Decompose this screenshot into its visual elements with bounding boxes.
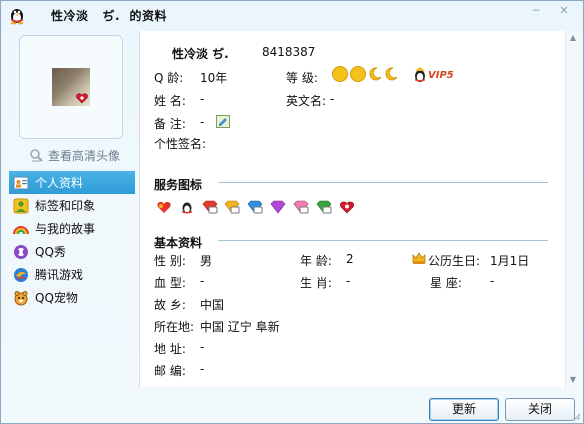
title-bar[interactable]: 性冷淡 ぢ. 的资料 ─ ✕ [1, 1, 583, 29]
section-divider [218, 240, 548, 241]
scroll-up-icon[interactable]: ▲ [566, 31, 580, 45]
close-window-button[interactable]: ✕ [551, 3, 577, 21]
signature-label: 个性签名: [154, 137, 207, 151]
postcode-label: 邮 编: [154, 364, 186, 378]
refresh-button[interactable]: 更新 [429, 398, 499, 421]
nav-label-pet: QQ宠物 [35, 291, 78, 305]
gender-value: 男 [200, 254, 213, 268]
qage-value: 10年 [200, 71, 228, 85]
nav-label-story: 与我的故事 [35, 222, 96, 236]
close-button[interactable]: 关闭 [505, 398, 575, 421]
profile-window: 性冷淡 ぢ. 的资料 ─ ✕ 查看高清头像 个人资料 标签和印象 与我的故事 Q… [0, 0, 584, 424]
location-value: 中国 辽宁 阜新 [200, 320, 280, 334]
remark-value: - [200, 115, 205, 129]
penguin-service-icon[interactable] [179, 200, 195, 214]
name-value: - [200, 92, 205, 106]
basic-section-title: 基本资料 [154, 236, 203, 250]
crown-icon [412, 252, 426, 264]
services-section-title: 服务图标 [154, 178, 203, 192]
blood-type-label: 血 型: [154, 276, 186, 290]
address-value: - [200, 340, 205, 354]
location-label: 所在地: [154, 320, 195, 334]
window-title: 性冷淡 ぢ. 的资料 [51, 9, 167, 23]
sidebar-nav: 个人资料 标签和印象 与我的故事 QQ秀 腾讯游戏 QQ宠物 [9, 171, 135, 309]
nav-item-story[interactable]: 与我的故事 [9, 217, 135, 240]
english-name-value: - [330, 92, 335, 106]
service-icons [156, 199, 358, 214]
constellation-value: - [490, 274, 495, 288]
nav-label-qqshow: QQ秀 [35, 245, 66, 259]
love-service-icon[interactable] [156, 200, 172, 214]
sun-level-icon [332, 66, 348, 82]
view-hd-avatar-label: 查看高清头像 [48, 149, 121, 163]
moon-level-icon [369, 67, 382, 81]
tencent-games-icon [14, 267, 28, 282]
vip-penguin-icon [415, 67, 425, 82]
qage-label: Q 龄: [154, 71, 184, 85]
red-heart-service-icon[interactable] [339, 200, 355, 214]
age-label: 年 龄: [300, 254, 332, 268]
avatar[interactable] [52, 68, 90, 106]
postcode-value: - [200, 362, 205, 376]
red-diamond-service-icon[interactable] [202, 200, 218, 214]
sun-level-icon [350, 66, 366, 82]
blood-type-value: - [200, 274, 205, 288]
hometown-value: 中国 [200, 298, 225, 312]
level-icons [332, 66, 400, 82]
hometown-label: 故 乡: [154, 298, 186, 312]
nav-item-qqshow[interactable]: QQ秀 [9, 240, 135, 263]
gender-label: 性 别: [154, 254, 186, 268]
view-hd-avatar-link[interactable]: 查看高清头像 [29, 147, 120, 164]
yellow-diamond-service-icon[interactable] [224, 200, 240, 214]
nav-label-profile: 个人资料 [35, 176, 84, 190]
birthday-value: 1月1日 [490, 254, 530, 268]
remark-label: 备 注: [154, 117, 186, 131]
heart-badge-icon [76, 93, 88, 104]
green-diamond-service-icon[interactable] [316, 200, 332, 214]
vip-level-text: VIP5 [428, 69, 454, 81]
vip-badge[interactable]: VIP5 [412, 67, 454, 86]
nav-item-games[interactable]: 腾讯游戏 [9, 263, 135, 286]
name-label: 姓 名: [154, 94, 186, 108]
rainbow-icon [13, 225, 29, 234]
blue-diamond-service-icon[interactable] [247, 200, 263, 214]
nav-item-profile[interactable]: 个人资料 [9, 171, 135, 194]
avatar-frame [19, 35, 123, 139]
section-divider [218, 182, 548, 183]
address-label: 地 址: [154, 342, 186, 356]
profile-content: 性冷淡 ぢ. 8418387 Q 龄: 10年 等 级: VIP5 姓 名: -… [139, 31, 565, 387]
zodiac-value: - [346, 274, 351, 288]
scroll-down-icon[interactable]: ▼ [566, 373, 580, 387]
nav-label-tags: 标签和印象 [35, 199, 96, 213]
birthday-label: 公历生日: [428, 254, 481, 268]
age-value: 2 [346, 252, 354, 266]
nav-item-tags[interactable]: 标签和印象 [9, 194, 135, 217]
purple-diamond-service-icon[interactable] [270, 200, 286, 214]
magnifier-avatar-icon [30, 148, 43, 162]
level-label: 等 级: [286, 71, 318, 85]
qq-penguin-icon [10, 9, 24, 25]
profile-card-icon [13, 176, 29, 189]
constellation-label: 星 座: [430, 276, 462, 290]
nav-label-games: 腾讯游戏 [35, 268, 84, 282]
english-name-label: 英文名: [286, 94, 327, 108]
resize-grip-icon[interactable] [571, 411, 581, 421]
qqshow-icon [14, 244, 28, 259]
nickname: 性冷淡 ぢ. [172, 47, 229, 61]
edit-remark-icon[interactable] [216, 115, 230, 128]
qq-pet-icon [14, 290, 28, 305]
moon-level-icon [385, 67, 398, 81]
nav-item-pet[interactable]: QQ宠物 [9, 286, 135, 309]
qq-number: 8418387 [262, 45, 316, 59]
tag-user-icon [13, 198, 29, 213]
pink-diamond-service-icon[interactable] [293, 200, 309, 214]
minimize-button[interactable]: ─ [523, 3, 549, 21]
zodiac-label: 生 肖: [300, 276, 332, 290]
vertical-scrollbar[interactable]: ▲ ▼ [565, 31, 580, 387]
